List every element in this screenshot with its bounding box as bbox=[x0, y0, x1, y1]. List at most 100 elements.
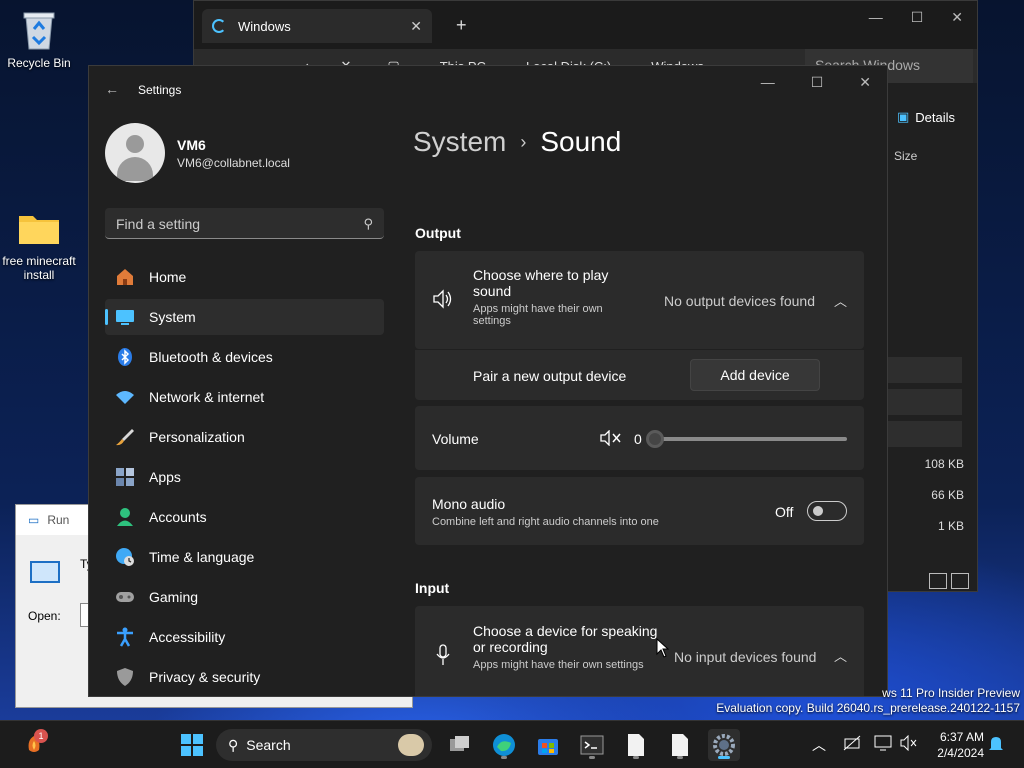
minimize-icon[interactable]: — bbox=[869, 9, 883, 26]
settings-window: ← Settings — ☐ ✕ VM6 VM6@collabnet.local… bbox=[88, 65, 888, 697]
input-heading: Input bbox=[415, 580, 450, 596]
file-size: 1 KB bbox=[937, 519, 964, 533]
system-clock[interactable]: 6:37 AM 2/4/2024 bbox=[937, 729, 984, 761]
nav-item-network[interactable]: Network & internet bbox=[105, 379, 384, 415]
volume-slider-thumb[interactable] bbox=[646, 430, 664, 448]
minimize-icon[interactable]: — bbox=[761, 74, 775, 91]
volume-muted-icon[interactable] bbox=[600, 429, 622, 451]
nav-item-accounts[interactable]: Accounts bbox=[105, 499, 384, 535]
file-row[interactable] bbox=[888, 421, 962, 447]
edge-icon[interactable] bbox=[488, 729, 520, 761]
taskbar: 1 ⚲ Search ︿ 6:37 AM 2/4/2024 bbox=[0, 720, 1024, 768]
watermark-edition: ws 11 Pro Insider Preview bbox=[882, 686, 1020, 700]
find-setting-input[interactable]: Find a setting ⚲ bbox=[105, 208, 384, 239]
mono-audio-toggle[interactable] bbox=[807, 501, 847, 521]
user-profile[interactable]: VM6 VM6@collabnet.local bbox=[105, 123, 290, 183]
user-name: VM6 bbox=[177, 136, 206, 153]
nav-item-time-language[interactable]: Time & language bbox=[105, 539, 384, 575]
mono-audio-row: Mono audio Combine left and right audio … bbox=[415, 477, 864, 545]
desktop-icon-folder[interactable]: free minecraft install bbox=[0, 206, 78, 282]
output-status: No output devices found bbox=[664, 293, 815, 309]
nav-item-apps[interactable]: Apps bbox=[105, 459, 384, 495]
nav-item-system[interactable]: System bbox=[105, 299, 384, 335]
details-button[interactable]: ▣ Details bbox=[897, 109, 955, 125]
watermark-build: Evaluation copy. Build 26040.rs_prerelea… bbox=[716, 701, 1020, 715]
microphone-icon bbox=[435, 644, 451, 671]
settings-nav: Home System Bluetooth & devices Network … bbox=[105, 259, 384, 696]
nav-item-privacy[interactable]: Privacy & security bbox=[105, 659, 384, 695]
tiles-view-icon[interactable] bbox=[951, 573, 969, 589]
file-row[interactable] bbox=[888, 357, 962, 383]
wifi-icon bbox=[115, 387, 135, 407]
nav-item-accessibility[interactable]: Accessibility bbox=[105, 619, 384, 655]
folder-label: free minecraft install bbox=[2, 254, 76, 282]
mono-audio-title: Mono audio bbox=[432, 496, 506, 512]
nav-item-personalization[interactable]: Personalization bbox=[105, 419, 384, 455]
output-device-card[interactable]: Choose where to play sound Apps might ha… bbox=[415, 251, 864, 349]
notepad-icon[interactable] bbox=[664, 729, 696, 761]
volume-muted-icon[interactable] bbox=[900, 734, 918, 754]
add-device-button[interactable]: Add device bbox=[690, 359, 820, 391]
search-icon: ⚲ bbox=[228, 736, 239, 753]
notepad-icon[interactable] bbox=[620, 729, 652, 761]
notification-bell-icon[interactable] bbox=[988, 735, 1004, 756]
volume-label: Volume bbox=[432, 431, 479, 447]
maximize-icon[interactable]: ☐ bbox=[811, 74, 824, 91]
store-icon[interactable] bbox=[532, 729, 564, 761]
bluetooth-icon bbox=[115, 347, 135, 367]
mono-audio-state: Off bbox=[775, 504, 794, 520]
shield-icon bbox=[115, 667, 135, 687]
pair-device-row: Pair a new output device Add device bbox=[415, 350, 864, 400]
details-view-icon[interactable] bbox=[929, 573, 947, 589]
file-size: 108 KB bbox=[924, 457, 964, 471]
network-disconnected-icon[interactable] bbox=[843, 735, 861, 754]
close-tab-icon[interactable]: ✕ bbox=[410, 18, 422, 35]
close-icon[interactable]: ✕ bbox=[951, 9, 963, 26]
apps-icon bbox=[115, 467, 135, 487]
pair-device-label: Pair a new output device bbox=[473, 368, 627, 384]
nav-item-home[interactable]: Home bbox=[105, 259, 384, 295]
close-icon[interactable]: ✕ bbox=[859, 74, 871, 91]
desktop-icon-recycle-bin[interactable]: Recycle Bin bbox=[0, 8, 78, 70]
nav-item-bluetooth[interactable]: Bluetooth & devices bbox=[105, 339, 384, 375]
avatar bbox=[105, 123, 165, 183]
breadcrumb-system[interactable]: System bbox=[413, 126, 506, 158]
volume-value: 0 bbox=[634, 431, 642, 447]
back-arrow-icon[interactable]: ← bbox=[105, 81, 119, 97]
run-icon: ▭ bbox=[28, 513, 40, 527]
nav-item-gaming[interactable]: Gaming bbox=[105, 579, 384, 615]
notification-badge: 1 bbox=[34, 729, 48, 743]
size-column-header[interactable]: Size bbox=[894, 149, 917, 163]
home-icon bbox=[115, 267, 135, 287]
explorer-tab-title: Windows bbox=[238, 18, 291, 34]
terminal-icon[interactable] bbox=[576, 729, 608, 761]
display-icon[interactable] bbox=[874, 735, 892, 754]
mono-audio-subtitle: Combine left and right audio channels in… bbox=[432, 516, 659, 528]
task-view-icon[interactable] bbox=[444, 729, 476, 761]
gamepad-icon bbox=[115, 587, 135, 607]
maximize-icon[interactable]: ☐ bbox=[911, 9, 924, 26]
settings-title: Settings bbox=[138, 83, 182, 97]
chevron-up-icon[interactable]: ︿ bbox=[834, 291, 847, 310]
volume-slider-track[interactable] bbox=[657, 437, 847, 441]
new-tab-icon[interactable]: + bbox=[456, 15, 467, 36]
settings-gear-icon[interactable] bbox=[708, 729, 740, 761]
file-row[interactable] bbox=[888, 389, 962, 415]
folder-icon bbox=[17, 206, 61, 250]
chevron-up-icon[interactable]: ︿ bbox=[834, 646, 847, 665]
input-device-card[interactable]: Choose a device for speaking or recordin… bbox=[415, 606, 864, 696]
clock-date: 2/4/2024 bbox=[937, 746, 984, 760]
output-card-title: Choose where to play sound bbox=[473, 267, 609, 299]
brush-icon bbox=[115, 427, 135, 447]
chevron-up-icon[interactable]: ︿ bbox=[812, 735, 826, 755]
input-card-title: Choose a device for speaking or recordin… bbox=[473, 623, 658, 655]
clock-time: 6:37 AM bbox=[939, 730, 984, 744]
taskbar-search[interactable]: ⚲ Search bbox=[216, 729, 432, 761]
start-button[interactable] bbox=[176, 729, 208, 761]
recycle-bin-label: Recycle Bin bbox=[7, 56, 71, 70]
page-title: Sound bbox=[540, 126, 622, 157]
explorer-tab[interactable]: Windows ✕ bbox=[202, 9, 432, 43]
page-breadcrumb: System › Sound bbox=[413, 126, 621, 158]
output-card-subtitle: Apps might have their own settings bbox=[473, 303, 603, 327]
widgets-icon[interactable]: 1 bbox=[18, 729, 50, 761]
